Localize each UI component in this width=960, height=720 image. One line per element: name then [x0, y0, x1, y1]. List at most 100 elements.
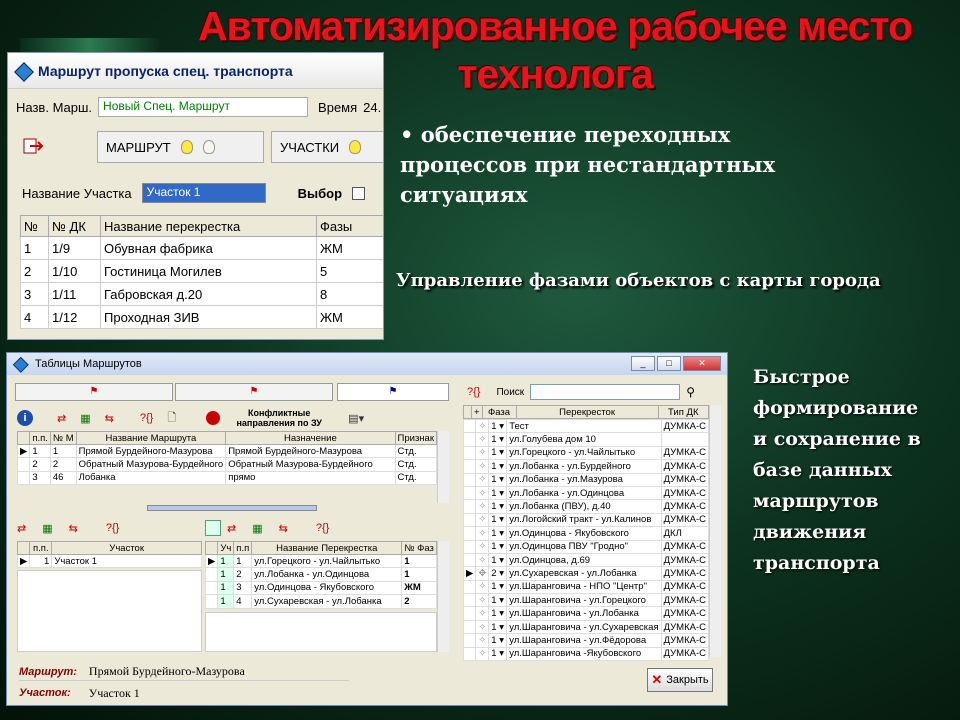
- conflict-directions-button[interactable]: Конфликтные направления по ЗУ: [224, 408, 334, 428]
- table-row[interactable]: ✧ 1 ▾ Тест ДУМКА-С: [462, 418, 710, 434]
- cell: 8: [316, 282, 383, 306]
- maximize-button[interactable]: □: [657, 356, 681, 371]
- table-row[interactable]: 1 4 ул.Сухаревская - ул.Лобанка 2: [204, 594, 437, 609]
- time-value[interactable]: 24.: [363, 100, 381, 115]
- col-header[interactable]: Признак: [394, 431, 438, 445]
- table-row[interactable]: ▶ 1 Участок 1: [16, 553, 202, 569]
- table-row[interactable]: ✧ 1 ▾ ул.Одинцова, д.69 ДУМКА-С: [462, 552, 710, 568]
- copy-icon[interactable]: ▦: [42, 522, 52, 535]
- exit-icon[interactable]: [22, 137, 44, 155]
- table-row[interactable]: ▶ ✥ 2 ▾ ул.Сухаревская - ул.Лобанка ДУМКА-С: [462, 566, 710, 581]
- binoculars-icon[interactable]: ⚲: [686, 385, 695, 399]
- table-row[interactable]: ✧ 1 ▾ ул.Лобанка - ул.Бурдейного ДУМКА-С: [462, 459, 710, 474]
- crossroads-scrollbar[interactable]: [709, 405, 721, 657]
- col-header[interactable]: п.п: [233, 541, 253, 555]
- section-name-input[interactable]: Участок 1: [141, 183, 266, 203]
- crossings-scrollbar[interactable]: [437, 541, 449, 652]
- row-indicator: [462, 593, 477, 608]
- table-row[interactable]: ✧ 1 ▾ ул.Лобанка - ул.Одинцова ДУМКА-С: [462, 485, 710, 501]
- table-row[interactable]: ✧ 1 ▾ ул.Шаранговича -Якубовского ДУМКА-С: [462, 646, 710, 662]
- col-header[interactable]: Перекресток: [515, 405, 659, 419]
- print-dropdown-icon[interactable]: ▤▾: [348, 412, 364, 425]
- table-row[interactable]: 2 1/10 Гостиница Могилев 5: [20, 259, 383, 283]
- info-icon[interactable]: i: [17, 410, 33, 426]
- query-icon[interactable]: ?{}: [140, 412, 153, 424]
- minimize-button[interactable]: _: [631, 356, 655, 371]
- search-input[interactable]: [530, 384, 681, 400]
- table-row[interactable]: 1 3 ул.Одинцова - Якубовского ЖМ: [204, 580, 437, 596]
- table-row[interactable]: 4 1/12 Проходная ЗИВ ЖМ: [20, 305, 383, 329]
- add-record-icon[interactable]: ⇄: [227, 522, 236, 535]
- table-row[interactable]: 1 1/9 Обувная фабрика ЖМ: [20, 236, 383, 260]
- table-row[interactable]: ✧ 1 ▾ ул.Шаранговича - ул.Лобанка ДУМКА-С: [462, 606, 710, 621]
- table-row[interactable]: 2 2 Обратный Мазурова-Бурдейного Обратный М…: [16, 457, 438, 472]
- bulb-on-icon[interactable]: [180, 140, 193, 154]
- delete-record-icon[interactable]: ⇆: [279, 522, 288, 535]
- col-header[interactable]: Тип ДК: [657, 405, 710, 419]
- table-row[interactable]: ✧ 1 ▾ ул.Шаранговича - ул.Сухаревская ДУМКА…: [462, 619, 710, 635]
- table-row[interactable]: ✧ 1 ▾ ул.Лобанка (ПВУ), д.40 ДУМКА-С: [462, 499, 710, 514]
- col-header[interactable]: Участок: [51, 541, 202, 555]
- add-record-icon[interactable]: ⇄: [17, 522, 26, 535]
- table-row[interactable]: ✧ 1 ▾ ул.Шаранговича - НПО "Центр" ДУМКА-С: [462, 579, 710, 595]
- close-button[interactable]: ✕ Закрыть: [647, 668, 713, 692]
- close-window-button[interactable]: ✕: [683, 356, 721, 371]
- query-icon[interactable]: ?{}: [467, 386, 480, 398]
- col-header[interactable]: п.п.: [29, 431, 51, 445]
- col-header[interactable]: Фаза: [481, 405, 517, 419]
- col-header[interactable]: Фазы: [316, 215, 383, 237]
- copy-icon[interactable]: ▦: [252, 522, 262, 535]
- table-row[interactable]: ✧ 1 ▾ ул.Логойский тракт - ул.Калинов ДУМКА…: [462, 512, 710, 528]
- table-row[interactable]: ✧ 1 ▾ ул.Лобанка - ул.Мазурова ДУМКА-С: [462, 472, 710, 487]
- delete-record-icon[interactable]: ⇆: [105, 412, 114, 425]
- table-row[interactable]: ✧ 1 ▾ ул.Горецкого - ул.Чайлытько ДУМКА-С: [462, 445, 710, 461]
- col-header[interactable]: Название перекрестка: [100, 215, 317, 237]
- bulb-off-icon[interactable]: [202, 140, 215, 154]
- table-row[interactable]: ✧ 1 ▾ ул.Одинцова ПВУ "Гродно" ДУМКА-С: [462, 539, 710, 554]
- table-row[interactable]: ✧ 1 ▾ ул.Голубева дом 10: [462, 432, 710, 447]
- col-header[interactable]: п.п.: [29, 541, 53, 555]
- bulb-on-icon[interactable]: [349, 140, 362, 154]
- route-button[interactable]: МАРШРУТ: [106, 140, 171, 155]
- table-row[interactable]: 3 1/11 Габровская д.20 8: [20, 282, 383, 306]
- table-row[interactable]: 3 46 Лобанка прямо Стд.: [16, 470, 438, 486]
- col-header[interactable]: Название Маршрута: [75, 431, 227, 445]
- col-header[interactable]: +: [471, 405, 483, 419]
- col-header[interactable]: Уч: [217, 541, 235, 555]
- splitter-handle[interactable]: [147, 505, 317, 511]
- col-header[interactable]: № М: [49, 431, 77, 445]
- col-header[interactable]: № Фаз: [401, 541, 437, 555]
- query-icon[interactable]: ?{}: [316, 522, 329, 534]
- col-header[interactable]: Назначение: [225, 431, 396, 445]
- row-select-icon: ✧: [475, 633, 490, 648]
- table-row[interactable]: ✧ 1 ▾ ул.Шаранговича - ул.Фёдорова ДУМКА-С: [462, 633, 710, 648]
- row-indicator: [462, 552, 477, 568]
- flag-start-tab[interactable]: ⚑: [15, 383, 173, 401]
- col-header[interactable]: № ДК: [48, 215, 101, 237]
- flag-middle-tab[interactable]: ⚑: [175, 383, 333, 401]
- delete-record-icon[interactable]: ⇆: [69, 522, 78, 535]
- table-row[interactable]: ✧ 1 ▾ ул.Шаранговича - ул.Горецкого ДУМКА-С: [462, 593, 710, 608]
- table-row[interactable]: ▶ 1 1 ул.Горецкого - ул.Чайлытько 1: [204, 553, 437, 569]
- col-header[interactable]: Название Перекрестка: [251, 541, 403, 555]
- sections-toolbar: ⇄ ▦ ⇆ ?{}: [17, 519, 197, 537]
- choice-checkbox[interactable]: [352, 186, 366, 200]
- table-row[interactable]: ▶ 1 1 Прямой Бурдейного-Мазурова Прямой Бурд…: [16, 443, 438, 459]
- phase-select: 1 ▾: [488, 579, 508, 595]
- add-record-icon[interactable]: ⇄: [57, 412, 66, 425]
- choice-label: Выбор: [297, 185, 343, 201]
- row-indicator: [462, 633, 477, 648]
- copy-icon[interactable]: ▦: [80, 412, 90, 425]
- col-header[interactable]: №: [20, 215, 49, 237]
- preview-icon[interactable]: 🗋: [167, 409, 176, 428]
- sections-button[interactable]: УЧАСТКИ: [280, 140, 339, 155]
- no-entry-icon[interactable]: [206, 411, 221, 425]
- routes-scrollbar[interactable]: [437, 431, 449, 503]
- query-icon[interactable]: ?{}: [106, 522, 119, 534]
- flag-end-tab[interactable]: ⚑: [337, 383, 449, 401]
- table-row[interactable]: 1 2 ул.Лобанка - ул.Одинцова 1: [204, 567, 437, 582]
- map-icon[interactable]: [205, 520, 221, 536]
- table-row[interactable]: ✧ 1 ▾ ул.Одинцова - Якубовского ДКЛ: [462, 526, 710, 541]
- route-name-input[interactable]: Новый Спец. Маршрут: [98, 97, 309, 117]
- row-indicator: ▶: [16, 553, 31, 569]
